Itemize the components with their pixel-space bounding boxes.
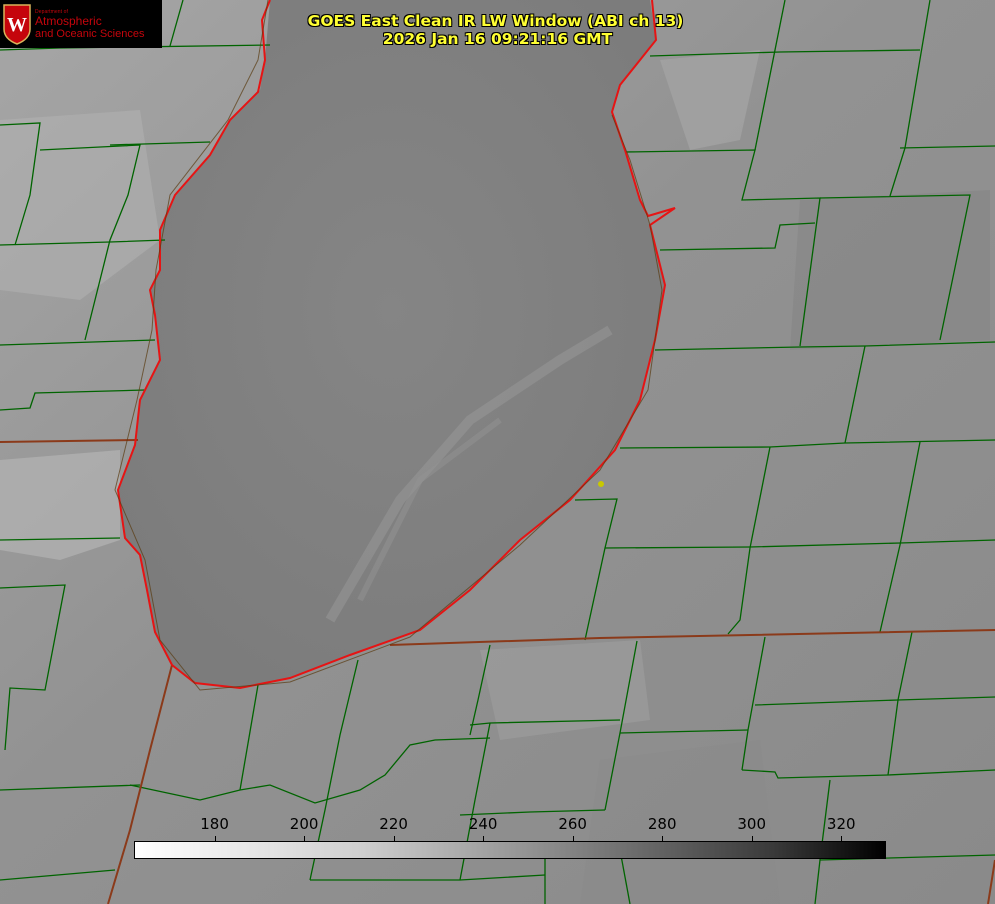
image-title: GOES East Clean IR LW Window (ABI ch 13)… [0,12,995,48]
colorbar-tick-mark [841,836,843,841]
colorbar-tick-label: 300 [737,815,767,833]
colorbar-tick-mark [572,836,574,841]
title-timestamp: 2026 Jan 16 09:21:16 GMT [382,30,613,48]
title-product: GOES East Clean IR LW Window (ABI ch 13) [307,12,684,30]
colorbar-tick-mark [483,836,485,841]
ir-satellite-map [0,0,995,904]
dark-patch [790,190,990,350]
satellite-image-viewer: W Department of Atmospheric and Oceanic … [0,0,995,904]
colorbar-tick-label: 280 [647,815,677,833]
colorbar-tick-label: 220 [379,815,408,833]
colorbar-tick-mark [662,836,664,841]
colorbar-tick-mark [393,836,395,841]
colorbar-tick-label: 200 [289,815,319,833]
colorbar-tick-label: 240 [468,815,498,833]
colorbar-tick-label: 320 [826,815,856,833]
colorbar-tick-mark [751,836,753,841]
colorbar-tick-label: 260 [558,815,587,833]
colorbar-tick-label: 180 [200,815,229,833]
station-marker [598,481,604,487]
colorbar-tick-mark [214,836,216,841]
temperature-colorbar [134,841,886,859]
colorbar-tick-mark [304,836,306,841]
bright-patch [0,450,120,560]
